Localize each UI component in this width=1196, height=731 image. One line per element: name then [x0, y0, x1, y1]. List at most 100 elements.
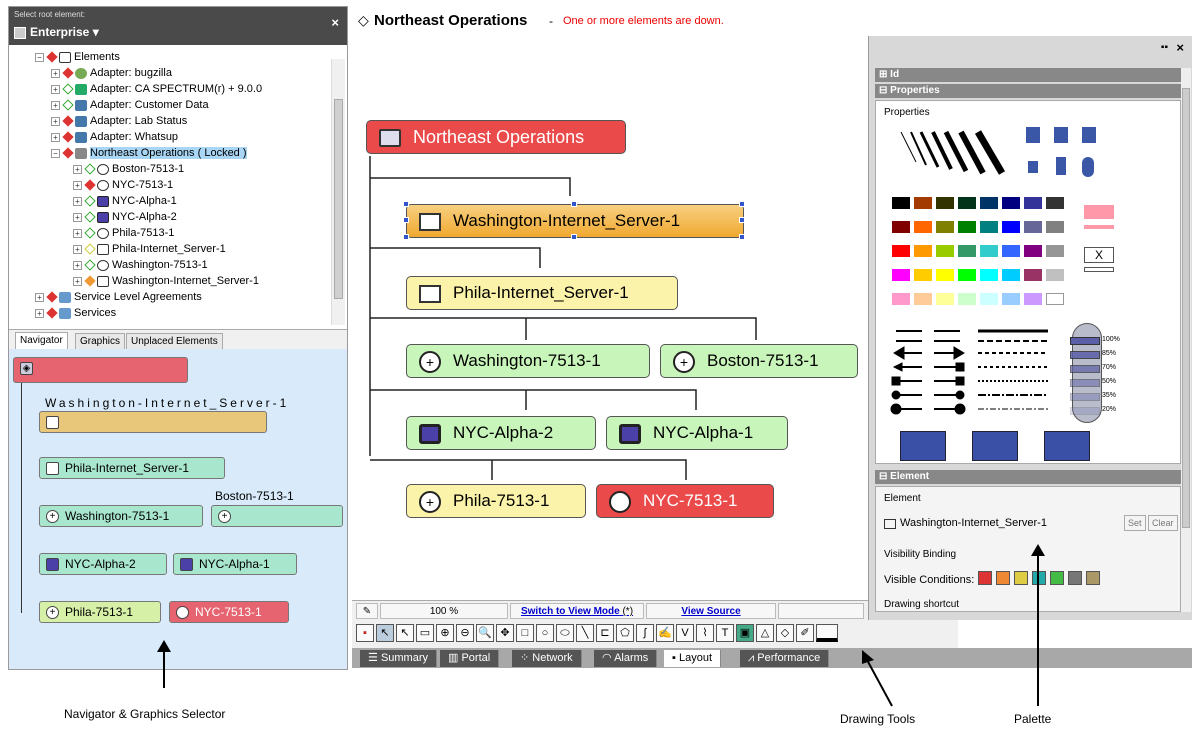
resize-handle[interactable]	[739, 201, 745, 207]
expand-icon[interactable]: +	[73, 196, 82, 206]
marquee-icon[interactable]: ▭	[416, 624, 434, 642]
tab-navigator[interactable]: Navigator	[15, 332, 68, 350]
select-icon[interactable]: ↖	[376, 624, 394, 642]
shape-sample-icon[interactable]	[1054, 127, 1068, 143]
fill-level-bar[interactable]	[1070, 407, 1100, 415]
resize-handle[interactable]	[403, 234, 409, 240]
root-selector-value[interactable]: Enterprise ▾	[14, 25, 99, 39]
tab-graphics[interactable]: Graphics	[75, 333, 126, 350]
fill-level-bar[interactable]	[1070, 337, 1100, 345]
nav-node-nyc-7513[interactable]: + NYC-7513-1	[169, 601, 289, 623]
expand-icon[interactable]: +	[73, 212, 82, 222]
view-source-link[interactable]: View Source	[646, 603, 776, 619]
zoom-out-icon[interactable]: ⊖	[456, 624, 474, 642]
condition-minor-toggle[interactable]	[1014, 571, 1028, 585]
layout-canvas[interactable]: Northeast Operations Washington-Internet…	[352, 36, 868, 600]
no-fill-button[interactable]: X	[1084, 247, 1114, 263]
dock-icon[interactable]: ▪▪	[1161, 42, 1168, 53]
freehand-icon[interactable]: ✍	[656, 624, 674, 642]
expand-icon[interactable]: +	[51, 116, 60, 126]
nav-node-washington-7513[interactable]: + Washington-7513-1	[39, 505, 203, 527]
scroll-thumb[interactable]	[334, 99, 343, 299]
select-multiple-icon[interactable]: ↖	[396, 624, 414, 642]
nav-node-wis[interactable]	[39, 411, 267, 433]
text-icon[interactable]: T	[716, 624, 734, 642]
switch-view-mode-link[interactable]: Switch to View Mode (*)	[510, 603, 644, 619]
tree-item-adapter-customer-data[interactable]: + Adapter: Customer Data	[51, 97, 209, 113]
rectangle-icon[interactable]: □	[516, 624, 534, 642]
condition-critical-toggle[interactable]	[978, 571, 992, 585]
expand-icon[interactable]: +	[51, 100, 60, 110]
connector-icon[interactable]: ⊏	[596, 624, 614, 642]
ellipse-icon[interactable]: ⬭	[556, 624, 574, 642]
nav-node-phila-7513[interactable]: + Phila-7513-1	[39, 601, 161, 623]
tree-item-services[interactable]: + Services	[35, 305, 116, 321]
polygon-icon[interactable]: ⬠	[616, 624, 634, 642]
tree-item-adapter-bugzilla[interactable]: + Adapter: bugzilla	[51, 65, 172, 81]
tree-scrollbar[interactable]	[331, 59, 345, 325]
shape-sample-icon[interactable]	[1082, 157, 1094, 177]
line-style-icon[interactable]	[816, 624, 838, 642]
tab-performance[interactable]: ⩘ Performance	[740, 650, 830, 667]
navigator-view[interactable]: ◈ Washington-Internet_Server-1 Phila-Int…	[9, 349, 347, 669]
expand-icon[interactable]: +	[51, 84, 60, 94]
node-nyc-alpha-2[interactable]: NYC-Alpha-2	[406, 416, 596, 450]
expand-icon[interactable]: +	[51, 132, 60, 142]
condition-normal-toggle[interactable]	[1050, 571, 1064, 585]
tree-item-phila-internet-server[interactable]: + Phila-Internet_Server-1	[73, 241, 226, 257]
resize-handle[interactable]	[739, 234, 745, 240]
tab-unplaced-elements[interactable]: Unplaced Elements	[126, 333, 223, 350]
condition-major-toggle[interactable]	[996, 571, 1010, 585]
tree-item-nyc-alpha-1[interactable]: + NYC-Alpha-1	[73, 193, 177, 209]
tree-item-phila-7513[interactable]: + Phila-7513-1	[73, 225, 174, 241]
collapse-icon[interactable]: −	[51, 148, 60, 158]
node-nyc-7513[interactable]: + NYC-7513-1	[596, 484, 774, 518]
shape-sample-icon[interactable]	[1056, 157, 1066, 175]
diamond-icon[interactable]: ◇	[776, 624, 794, 642]
tab-portal[interactable]: ▥ Portal	[440, 650, 500, 667]
fill-level-bar[interactable]	[1070, 365, 1100, 373]
condition-unknown-toggle[interactable]	[1068, 571, 1082, 585]
expand-icon[interactable]: +	[73, 228, 82, 238]
node-phila-internet-server[interactable]: Phila-Internet_Server-1	[406, 276, 678, 310]
tree-item-northeast-operations[interactable]: − Northeast Operations ( Locked )	[51, 145, 247, 161]
stroke-width-samples[interactable]	[896, 127, 1016, 177]
zoom-icon[interactable]: 🔍	[476, 624, 494, 642]
collapse-icon[interactable]: −	[35, 52, 44, 62]
expand-icon[interactable]: +	[73, 244, 82, 254]
set-button[interactable]: Set	[1124, 515, 1146, 531]
tree-item-service-level-agreements[interactable]: + Service Level Agreements	[35, 289, 202, 305]
resize-handle[interactable]	[403, 217, 409, 223]
edit-icon[interactable]: ✎	[356, 603, 378, 619]
resize-handle[interactable]	[571, 234, 577, 240]
line-icon[interactable]: ╲	[576, 624, 594, 642]
close-icon[interactable]: ×	[331, 15, 339, 30]
tree-item-washington-7513[interactable]: + Washington-7513-1	[73, 257, 208, 273]
circle-icon[interactable]: ○	[536, 624, 554, 642]
nav-node-root[interactable]: ◈	[13, 357, 188, 383]
expand-icon[interactable]: +	[73, 260, 82, 270]
condition-info-toggle[interactable]	[1032, 571, 1046, 585]
close-icon[interactable]: ×	[1176, 40, 1184, 55]
node-phila-7513[interactable]: + Phila-7513-1	[406, 484, 586, 518]
expand-icon[interactable]: +	[35, 308, 44, 318]
shadow-sample[interactable]	[900, 431, 946, 461]
tab-summary[interactable]: ☰ Summary	[360, 650, 437, 667]
nav-node-nyc-alpha-1[interactable]: NYC-Alpha-1	[173, 553, 297, 575]
section-properties[interactable]: ⊟ Properties	[875, 84, 1181, 98]
tab-network[interactable]: ⁘ Network	[512, 650, 582, 667]
tree-item-adapter-lab-status[interactable]: + Adapter: Lab Status	[51, 113, 187, 129]
section-id[interactable]: ⊞ Id	[875, 68, 1181, 82]
palette-scrollbar[interactable]	[1181, 68, 1191, 612]
tab-layout[interactable]: ▪ Layout	[664, 650, 721, 667]
node-northeast-operations[interactable]: Northeast Operations	[366, 120, 626, 154]
clear-button[interactable]: Clear	[1148, 515, 1178, 531]
pan-icon[interactable]: ✥	[496, 624, 514, 642]
expand-icon[interactable]: +	[73, 276, 82, 286]
vee-icon[interactable]: V	[676, 624, 694, 642]
node-boston-7513[interactable]: + Boston-7513-1	[660, 344, 858, 378]
expand-icon[interactable]: +	[73, 180, 82, 190]
triangle-icon[interactable]: △	[756, 624, 774, 642]
tree-item-elements[interactable]: − Elements	[35, 49, 120, 65]
expand-icon[interactable]: +	[73, 164, 82, 174]
